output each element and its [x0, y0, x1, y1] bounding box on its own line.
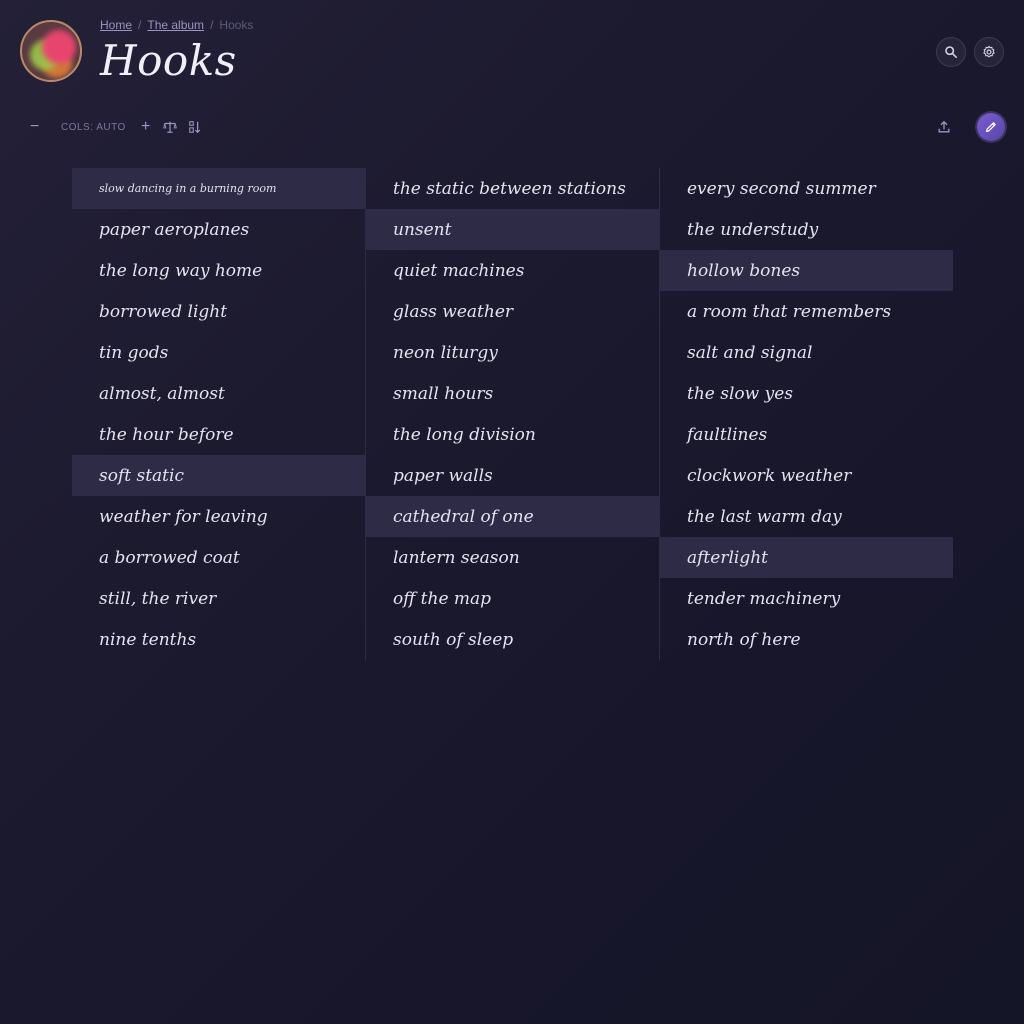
hook-item[interactable]: quiet machines	[366, 250, 659, 291]
hook-item[interactable]: the hour before	[72, 414, 365, 455]
balance-icon	[163, 121, 177, 133]
hook-item[interactable]: the last warm day	[660, 496, 953, 537]
hook-item[interactable]: clockwork weather	[660, 455, 953, 496]
hook-item[interactable]: small hours	[366, 373, 659, 414]
hook-item[interactable]: borrowed light	[72, 291, 365, 332]
hook-item[interactable]: weather for leaving	[72, 496, 365, 537]
hook-item[interactable]: almost, almost	[72, 373, 365, 414]
decrease-columns-button[interactable]: −	[30, 112, 39, 142]
hook-item[interactable]: cathedral of one	[366, 496, 659, 537]
hook-item[interactable]: glass weather	[366, 291, 659, 332]
hook-item[interactable]: salt and signal	[660, 332, 953, 373]
sort-icon	[189, 121, 201, 134]
avatar[interactable]	[20, 20, 82, 82]
hook-item[interactable]: the static between stations	[366, 168, 659, 209]
balance-button[interactable]	[163, 112, 177, 142]
breadcrumb: Home / The album / Hooks	[100, 18, 253, 32]
hook-item[interactable]: still, the river	[72, 578, 365, 619]
hook-item[interactable]: a room that remembers	[660, 291, 953, 332]
hook-item[interactable]: hollow bones	[660, 250, 953, 291]
hook-item[interactable]: the long division	[366, 414, 659, 455]
hook-item[interactable]: tin gods	[72, 332, 365, 373]
upload-icon	[938, 120, 950, 133]
hook-item[interactable]: lantern season	[366, 537, 659, 578]
breadcrumb-separator: /	[210, 18, 214, 32]
hooks-grid: slow dancing in a burning room paper aero…	[72, 168, 953, 660]
hooks-column: the static between stations unsent quiet m…	[366, 168, 660, 660]
hook-item[interactable]: paper walls	[366, 455, 659, 496]
hook-item[interactable]: south of sleep	[366, 619, 659, 660]
toolbar: − COLS: AUTO +	[0, 112, 1024, 142]
hooks-column: slow dancing in a burning room paper aero…	[72, 168, 366, 660]
hook-item[interactable]: nine tenths	[72, 619, 365, 660]
hook-item[interactable]: every second summer	[660, 168, 953, 209]
breadcrumb-home-link[interactable]: Home	[100, 18, 132, 32]
hook-item[interactable]: off the map	[366, 578, 659, 619]
increase-columns-button[interactable]: +	[141, 112, 150, 142]
hook-item[interactable]: the slow yes	[660, 373, 953, 414]
breadcrumb-separator: /	[138, 18, 142, 32]
hook-item[interactable]: the long way home	[72, 250, 365, 291]
hook-item[interactable]: faultlines	[660, 414, 953, 455]
hook-item[interactable]: soft static	[72, 455, 365, 496]
avatar-blob	[42, 30, 76, 64]
hook-item[interactable]: paper aeroplanes	[72, 209, 365, 250]
hook-item[interactable]: neon liturgy	[366, 332, 659, 373]
hook-item[interactable]: north of here	[660, 619, 953, 660]
breadcrumb-album-link[interactable]: The album	[147, 18, 204, 32]
search-button[interactable]	[936, 37, 966, 67]
gear-icon	[983, 45, 995, 58]
pencil-icon	[986, 122, 996, 132]
export-button[interactable]	[937, 112, 951, 142]
columns-label: COLS: AUTO	[61, 121, 126, 133]
hook-item[interactable]: the understudy	[660, 209, 953, 250]
edit-button[interactable]	[977, 113, 1005, 141]
search-icon	[945, 46, 958, 59]
hook-item[interactable]: unsent	[366, 209, 659, 250]
hook-item[interactable]: afterlight	[660, 537, 953, 578]
hook-item[interactable]: tender machinery	[660, 578, 953, 619]
page-title: Hooks	[100, 36, 237, 85]
hook-item[interactable]: a borrowed coat	[72, 537, 365, 578]
hook-item[interactable]: slow dancing in a burning room	[72, 168, 365, 209]
breadcrumb-current: Hooks	[219, 18, 254, 32]
hooks-column: every second summer the understudy hollow …	[660, 168, 953, 660]
settings-button[interactable]	[974, 37, 1004, 67]
sort-button[interactable]	[188, 112, 202, 142]
